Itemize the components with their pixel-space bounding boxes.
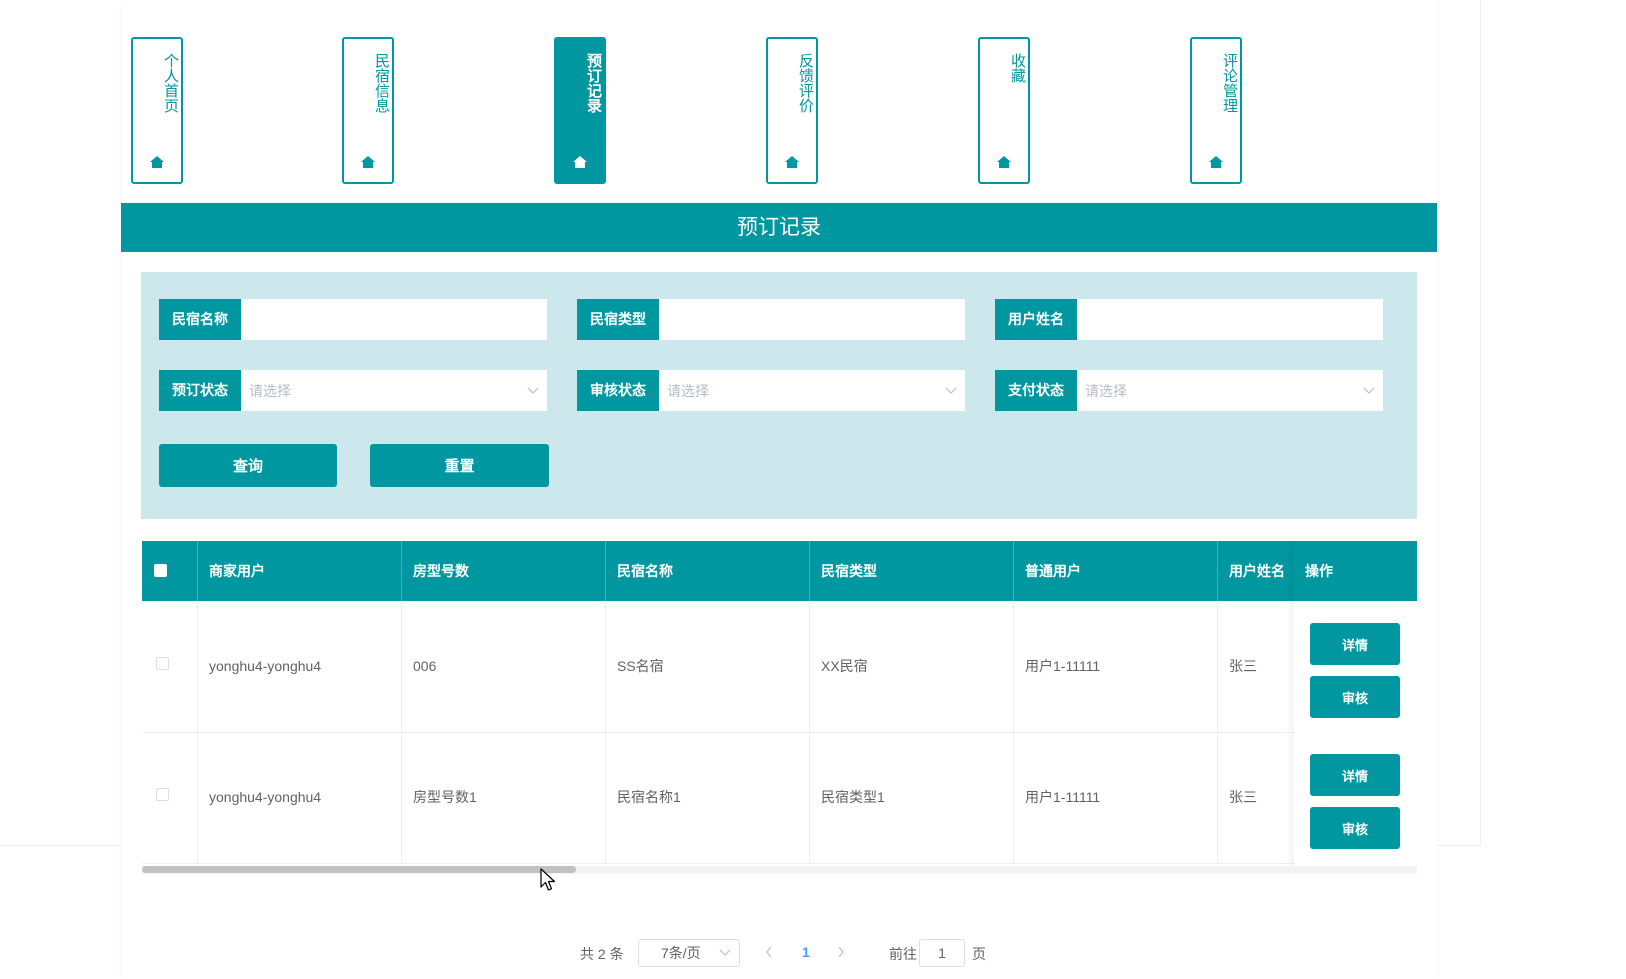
column-header-merchant[interactable]: 商家用户 [198,541,402,601]
page-title: 预订记录 [121,203,1437,252]
page-number-current[interactable]: 1 [802,944,810,960]
pagination-total: 共 2 条 [580,946,624,962]
home-icon [1209,156,1223,168]
mouse-cursor-icon [540,868,556,891]
cell-homestay-type: 民宿类型1 [810,732,1014,863]
home-icon [785,156,799,168]
page-size-select[interactable]: 7条/页 [638,939,740,967]
cell-user: 用户1-11111 [1014,601,1218,732]
cell-merchant: yonghu4-yonghu4 [198,601,402,732]
goto-page-input[interactable] [919,939,965,967]
column-header-homestay-name[interactable]: 民宿名称 [606,541,810,601]
review-status-field: 审核状态 请选择 [577,370,965,411]
row-checkbox[interactable] [156,788,169,801]
home-icon [361,156,375,168]
user-name-input[interactable] [1077,299,1383,340]
homestay-type-input[interactable] [659,299,965,340]
homestay-type-label: 民宿类型 [577,299,659,340]
table-header: 商家用户 房型号数 民宿名称 民宿类型 普通用户 用户姓名 [142,541,1417,601]
review-status-select[interactable]: 请选择 [659,370,965,411]
user-name-label: 用户姓名 [995,299,1077,340]
column-header-room-no[interactable]: 房型号数 [402,541,606,601]
chevron-down-icon [945,387,957,394]
review-status-label: 审核状态 [577,370,659,411]
homestay-name-input[interactable] [241,299,547,340]
home-icon [573,156,587,168]
nav-item-label: 预订记录 [585,53,602,113]
cell-user: 用户1-11111 [1014,732,1218,863]
cell-homestay-name: 民宿名称1 [606,732,810,863]
reset-button[interactable]: 重置 [370,444,549,487]
chevron-down-icon [719,949,731,956]
booking-status-select[interactable]: 请选择 [241,370,547,411]
row-select-cell [142,732,198,863]
cell-merchant: yonghu4-yonghu4 [198,732,402,863]
goto-label: 前往 [889,946,917,962]
chevron-down-icon [527,387,539,394]
homestay-type-field: 民宿类型 [577,299,965,340]
select-all-checkbox[interactable] [154,564,167,577]
user-name-field: 用户姓名 [995,299,1383,340]
table-row: yonghu4-yonghu4 006 SS名宿 XX民宿 用户1-11111 … [142,601,1417,733]
booking-table: 商家用户 房型号数 民宿名称 民宿类型 普通用户 用户姓名 yonghu4-yo… [142,541,1417,871]
review-button[interactable]: 审核 [1310,676,1400,718]
row-checkbox[interactable] [156,657,169,670]
nav-item-label: 评论管理 [1221,53,1238,113]
row-select-cell [142,601,198,732]
detail-button[interactable]: 详情 [1310,754,1400,796]
booking-status-label: 预订状态 [159,370,241,411]
nav-item-homestay-info[interactable]: 民宿信息 [342,37,394,184]
nav-item-label: 个人首页 [162,53,179,113]
top-nav: 个人首页 民宿信息 预订记录 反馈评价 收藏 评论管理 [0,0,1626,190]
home-icon [997,156,1011,168]
column-header-user[interactable]: 普通用户 [1014,541,1218,601]
search-panel: 民宿名称 民宿类型 用户姓名 预订状态 请选择 审核状态 请选择 支付状态 请选… [141,272,1417,519]
table-row: yonghu4-yonghu4 房型号数1 民宿名称1 民宿类型1 用户1-11… [142,732,1417,864]
nav-item-comment-management[interactable]: 评论管理 [1190,37,1242,184]
horizontal-scrollbar-thumb[interactable] [142,866,576,873]
page-size-value: 7条/页 [661,945,701,961]
nav-item-label: 反馈评价 [797,53,814,113]
payment-status-select[interactable]: 请选择 [1077,370,1383,411]
payment-status-label: 支付状态 [995,370,1077,411]
nav-item-booking-records[interactable]: 预订记录 [554,37,606,184]
nav-item-label: 民宿信息 [373,53,390,113]
nav-item-personal-home[interactable]: 个人首页 [131,37,183,184]
review-button[interactable]: 审核 [1310,807,1400,849]
chevron-right-icon[interactable] [836,945,846,959]
column-header-operations: 操作 [1294,541,1417,601]
cell-homestay-type: XX民宿 [810,601,1014,732]
review-status-placeholder: 请选择 [667,382,709,399]
detail-button[interactable]: 详情 [1310,623,1400,665]
operations-column: 操作 详情 审核 详情 审核 [1294,541,1417,871]
select-all-cell [142,541,198,601]
booking-status-placeholder: 请选择 [249,382,291,399]
cell-room-no: 006 [402,601,606,732]
home-icon [150,156,164,168]
column-header-homestay-type[interactable]: 民宿类型 [810,541,1014,601]
nav-item-feedback[interactable]: 反馈评价 [766,37,818,184]
payment-status-placeholder: 请选择 [1085,382,1127,399]
chevron-down-icon [1363,387,1375,394]
payment-status-field: 支付状态 请选择 [995,370,1383,411]
cell-homestay-name: SS名宿 [606,601,810,732]
page-suffix-label: 页 [972,946,986,962]
nav-item-label: 收藏 [1009,53,1026,83]
booking-status-field: 预订状态 请选择 [159,370,547,411]
query-button[interactable]: 查询 [159,444,337,487]
cell-room-no: 房型号数1 [402,732,606,863]
homestay-name-field: 民宿名称 [159,299,547,340]
homestay-name-label: 民宿名称 [159,299,241,340]
nav-item-favorites[interactable]: 收藏 [978,37,1030,184]
chevron-left-icon[interactable] [764,945,774,959]
